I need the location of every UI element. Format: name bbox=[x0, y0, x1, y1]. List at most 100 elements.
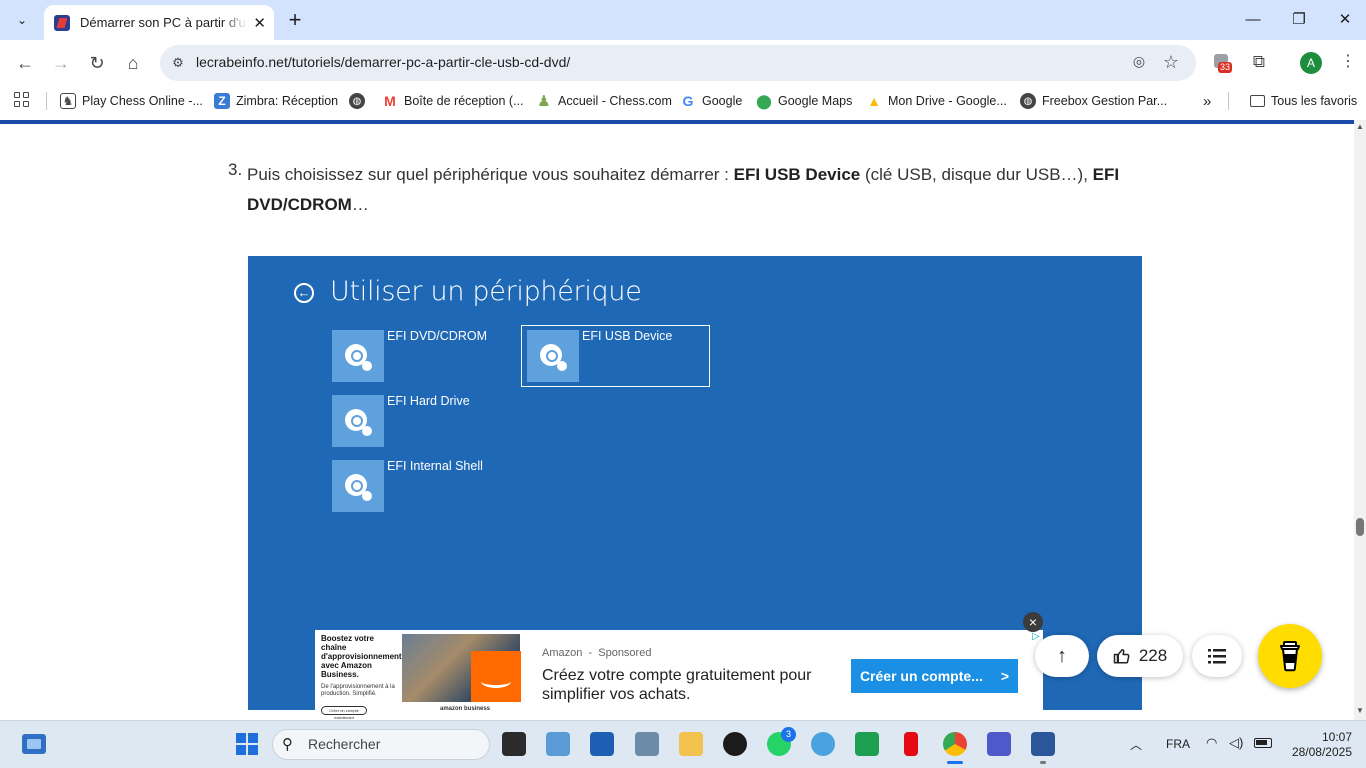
chrome-active-indicator bbox=[947, 761, 963, 764]
page-scrollbar[interactable] bbox=[1354, 120, 1366, 720]
bookmark-freebox[interactable]: ◍ Freebox Gestion Par... bbox=[1020, 90, 1167, 112]
folder-icon bbox=[1250, 95, 1265, 107]
close-window-button[interactable]: ✕ bbox=[1322, 8, 1366, 32]
disc-drive-icon bbox=[332, 330, 384, 382]
new-tab-button[interactable]: + bbox=[284, 8, 306, 32]
back-arrow-icon: ← bbox=[294, 283, 314, 303]
bookmark-separator bbox=[1228, 92, 1229, 110]
spreadsheet-app-icon[interactable] bbox=[855, 732, 879, 756]
browser-tab-active[interactable]: Démarrer son PC à partir d'une clé USB ✕ bbox=[44, 5, 274, 40]
word-icon[interactable] bbox=[1031, 732, 1055, 756]
ad-close-icon[interactable]: × bbox=[1023, 612, 1043, 632]
scrollbar-thumb[interactable] bbox=[1356, 518, 1364, 536]
globe-app-icon[interactable] bbox=[811, 732, 835, 756]
ad-brand-small: amazon business bbox=[440, 706, 491, 712]
browser-menu-icon[interactable]: ⋮ bbox=[1338, 51, 1358, 73]
chrome-icon[interactable] bbox=[943, 732, 967, 756]
ad-cta-label: Créer un compte... bbox=[859, 668, 983, 684]
taskbar-search-placeholder: Rechercher bbox=[308, 736, 381, 752]
microsoft-store-icon[interactable] bbox=[590, 732, 614, 756]
disc-drive-icon bbox=[527, 330, 579, 382]
bookmark-globe[interactable]: ◍ bbox=[349, 90, 371, 112]
volume-icon[interactable]: ◁) bbox=[1229, 735, 1243, 751]
battery-icon[interactable] bbox=[1254, 738, 1272, 748]
efi-title: Utiliser un périphérique bbox=[330, 276, 642, 307]
teams-icon[interactable] bbox=[987, 732, 1011, 756]
globe-icon: ◍ bbox=[1020, 93, 1036, 109]
scroll-up-arrow-icon[interactable]: ▲ bbox=[1354, 122, 1366, 134]
extension-badge: 33 bbox=[1218, 62, 1233, 73]
back-button[interactable]: ← bbox=[13, 51, 37, 75]
chess-icon: ♞ bbox=[60, 93, 76, 109]
task-view-icon[interactable] bbox=[502, 732, 526, 756]
scroll-down-arrow-icon[interactable]: ▼ bbox=[1354, 706, 1366, 718]
site-header-line bbox=[0, 120, 1354, 124]
step-bold-usb: EFI USB Device bbox=[733, 165, 861, 184]
bookmark-label: Mon Drive - Google... bbox=[888, 94, 1007, 108]
step-text-part: … bbox=[351, 195, 369, 214]
bookmark-label: Accueil - Chess.com bbox=[558, 94, 672, 108]
step-text-part: (clé USB, disque dur USB…), bbox=[860, 165, 1093, 184]
scroll-to-top-button[interactable]: ↑ bbox=[1035, 635, 1089, 677]
efi-device-label: EFI Internal Shell bbox=[387, 459, 483, 473]
efi-device-label: EFI USB Device bbox=[582, 329, 673, 343]
disc-drive-icon bbox=[332, 395, 384, 447]
bookmark-label: Google Maps bbox=[778, 94, 853, 108]
ad-left-headline: Boostez votre chaîne d'approvisionnement… bbox=[321, 634, 402, 679]
apps-grid-icon[interactable] bbox=[14, 92, 32, 110]
minimize-button[interactable]: — bbox=[1230, 8, 1276, 32]
clock-date[interactable]: 28/08/2025 bbox=[1280, 745, 1352, 759]
coffee-cup-icon bbox=[1280, 641, 1300, 672]
more-bookmarks-chevron-icon[interactable]: » bbox=[1203, 90, 1211, 112]
step-number: 3. bbox=[228, 160, 243, 179]
restore-button[interactable]: ❐ bbox=[1276, 8, 1322, 32]
bookmark-google-drive[interactable]: ▲ Mon Drive - Google... bbox=[866, 90, 1007, 112]
ad-headline: Créez votre compte gratuitement pour sim… bbox=[542, 667, 812, 703]
amazon-smile-logo-icon bbox=[471, 651, 521, 702]
start-windows-icon[interactable] bbox=[236, 733, 258, 755]
bookmark-separator bbox=[46, 92, 47, 110]
extension-icon[interactable]: 33 bbox=[1212, 52, 1233, 73]
file-explorer-icon[interactable] bbox=[679, 732, 703, 756]
photos-app-icon[interactable] bbox=[546, 732, 570, 756]
system-tray-chevron-icon[interactable]: ︿ bbox=[1130, 736, 1142, 753]
disc-drive-icon bbox=[332, 460, 384, 512]
bookmark-google[interactable]: G Google bbox=[680, 90, 743, 112]
ad-cta-button[interactable]: Créer un compte... > bbox=[851, 659, 1018, 693]
url-text[interactable]: lecrabeinfo.net/tutoriels/demarrer-pc-a-… bbox=[196, 54, 570, 70]
bookmark-gmail[interactable]: M Boîte de réception (... bbox=[382, 90, 524, 112]
widgets-icon[interactable] bbox=[22, 734, 46, 754]
bookmark-play-chess[interactable]: ♞ Play Chess Online -... bbox=[60, 90, 203, 112]
maps-icon: ⬤ bbox=[756, 92, 772, 109]
table-of-contents-button[interactable] bbox=[1192, 635, 1242, 677]
forward-button[interactable]: → bbox=[49, 51, 73, 75]
tracking-protection-eye-icon[interactable]: ◎ bbox=[1128, 53, 1150, 73]
efi-device-label: EFI DVD/CDROM bbox=[387, 329, 487, 343]
calculator-icon[interactable] bbox=[635, 732, 659, 756]
efi-device-label: EFI Hard Drive bbox=[387, 394, 470, 408]
bookmark-star-icon[interactable]: ☆ bbox=[1160, 51, 1182, 73]
ad-sponsor-label: Amazon - Sponsored bbox=[542, 647, 652, 659]
all-bookmarks-folder[interactable]: Tous les favoris bbox=[1250, 90, 1357, 112]
ad-left-button[interactable]: Créer un compte maintenant bbox=[321, 706, 367, 720]
bookmark-label: Boîte de réception (... bbox=[404, 94, 524, 108]
tab-search-chevron-icon[interactable]: ⌄ bbox=[10, 9, 34, 31]
netflix-icon[interactable] bbox=[904, 732, 918, 756]
input-language[interactable]: FRA bbox=[1166, 737, 1190, 751]
bookmark-zimbra[interactable]: Z Zimbra: Réception bbox=[214, 90, 338, 112]
buy-me-a-coffee-button[interactable] bbox=[1258, 624, 1322, 688]
site-info-icon[interactable]: ⚙ bbox=[168, 53, 188, 73]
bookmark-label: Google bbox=[702, 94, 743, 108]
taskbar-search-input[interactable] bbox=[272, 729, 490, 760]
bookmark-google-maps[interactable]: ⬤ Google Maps bbox=[756, 90, 852, 112]
extensions-puzzle-icon[interactable]: ⧉ bbox=[1248, 51, 1270, 73]
bookmark-chess-com[interactable]: ♟ Accueil - Chess.com bbox=[536, 90, 672, 112]
profile-avatar[interactable]: A bbox=[1300, 52, 1322, 74]
speedometer-app-icon[interactable] bbox=[723, 732, 747, 756]
home-button[interactable]: ⌂ bbox=[121, 51, 145, 75]
clock-time[interactable]: 10:07 bbox=[1300, 730, 1352, 744]
reload-button[interactable]: ↻ bbox=[85, 51, 109, 75]
wifi-icon[interactable]: ◠ bbox=[1206, 735, 1217, 751]
like-button[interactable]: 228 bbox=[1097, 635, 1183, 677]
tab-close-icon[interactable]: ✕ bbox=[253, 14, 266, 32]
